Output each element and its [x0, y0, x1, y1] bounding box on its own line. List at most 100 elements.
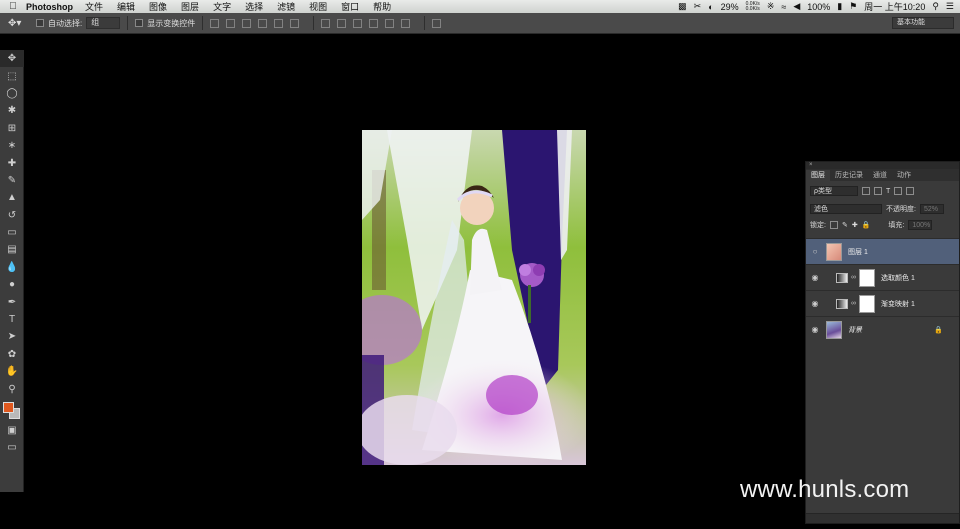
divider: [202, 16, 204, 30]
distribute-left-icon[interactable]: [369, 18, 379, 28]
menu-window[interactable]: 窗口: [341, 0, 359, 13]
link-icon[interactable]: ∞: [851, 300, 856, 307]
layer-name[interactable]: 背景: [848, 325, 862, 335]
bluetooth-icon[interactable]: ※: [767, 1, 775, 12]
lock-position-icon[interactable]: ✚: [852, 221, 858, 229]
flag-icon[interactable]: ⚑: [849, 1, 857, 12]
tab-channels[interactable]: 通道: [868, 170, 892, 181]
menu-edit[interactable]: 编辑: [117, 0, 135, 13]
volume-icon[interactable]: ◀: [793, 1, 800, 12]
filter-type-icon[interactable]: T: [886, 188, 890, 195]
eye-icon[interactable]: ◉: [806, 299, 824, 308]
path-select-tool-icon[interactable]: ➤: [0, 328, 24, 345]
tab-layers[interactable]: 图层: [806, 170, 830, 181]
distribute-right-icon[interactable]: [401, 18, 411, 28]
align-bottom-icon[interactable]: [242, 18, 252, 28]
battery-icon[interactable]: ▮: [837, 1, 842, 12]
filter-shape-icon[interactable]: [894, 187, 903, 195]
notification-list-icon[interactable]: ☰: [946, 1, 954, 12]
eye-icon[interactable]: ◉: [806, 325, 824, 334]
pen-tool-icon[interactable]: ✒: [0, 293, 24, 310]
layer-row[interactable]: ◉ ∞ 渐变映射 1: [806, 290, 959, 316]
foreground-color-swatch[interactable]: [3, 401, 14, 413]
custom-shape-tool-icon[interactable]: ✿: [0, 346, 24, 363]
screen-record-icon[interactable]: ▩: [678, 1, 687, 12]
layer-name[interactable]: 图层 1: [848, 247, 868, 257]
tab-history[interactable]: 历史记录: [830, 170, 868, 181]
quick-mask-icon[interactable]: ▣: [0, 422, 24, 439]
hand-tool-icon[interactable]: ✋: [0, 363, 24, 380]
menu-app-name[interactable]: Photoshop: [26, 2, 73, 12]
auto-select-dropdown[interactable]: 组: [86, 17, 121, 29]
history-brush-tool-icon[interactable]: ↺: [0, 207, 24, 224]
menu-layer[interactable]: 图层: [181, 0, 199, 13]
distribute-bottom-icon[interactable]: [353, 18, 363, 28]
blur-tool-icon[interactable]: 💧: [0, 259, 24, 276]
filter-smart-object-icon[interactable]: [906, 187, 915, 195]
eyedropper-tool-icon[interactable]: ∗: [0, 137, 24, 154]
layer-filter-dropdown[interactable]: ρ类型: [810, 186, 858, 196]
healing-brush-tool-icon[interactable]: ✚: [0, 154, 24, 171]
lock-transparent-icon[interactable]: [829, 221, 838, 229]
distribute-hcenter-icon[interactable]: [385, 18, 395, 28]
menu-bar:  Photoshop 文件 编辑 图像 图层 文字 选择 滤镜 视图 窗口 帮…: [0, 0, 960, 13]
apple-icon[interactable]: : [0, 1, 26, 12]
align-top-icon[interactable]: [210, 18, 220, 28]
visibility-off-icon[interactable]: ○: [806, 247, 824, 256]
workspace-switcher[interactable]: 基本功能: [892, 17, 954, 29]
crop-tool-icon[interactable]: ⊞: [0, 120, 24, 137]
layer-name[interactable]: 渐变映射 1: [881, 299, 915, 309]
move-tool-icon[interactable]: ✥▾: [8, 18, 36, 29]
clock[interactable]: 周一 上午10:20: [864, 0, 925, 13]
link-icon[interactable]: ∞: [851, 274, 856, 281]
menu-view[interactable]: 视图: [309, 0, 327, 13]
layer-row[interactable]: ○ 图层 1: [806, 238, 959, 264]
clone-stamp-tool-icon[interactable]: ▲: [0, 189, 24, 206]
layer-mask-thumbnail[interactable]: [859, 268, 875, 287]
lock-pixels-icon[interactable]: ✎: [842, 221, 848, 229]
eye-icon[interactable]: ◉: [806, 273, 824, 282]
filter-adjustment-icon[interactable]: [874, 187, 882, 195]
show-transform-checkbox[interactable]: [135, 19, 144, 27]
type-tool-icon[interactable]: T: [0, 311, 24, 328]
menu-file[interactable]: 文件: [85, 0, 103, 13]
panel-close-icon[interactable]: ×: [806, 162, 959, 169]
menu-select[interactable]: 选择: [245, 0, 263, 13]
brush-tool-icon[interactable]: ✎: [0, 172, 24, 189]
move-tool-icon[interactable]: ✥: [0, 50, 24, 68]
tab-actions[interactable]: 动作: [892, 170, 916, 181]
menu-type[interactable]: 文字: [213, 0, 231, 13]
menu-filter[interactable]: 滤镜: [277, 0, 295, 13]
auto-align-icon[interactable]: [432, 18, 442, 28]
marquee-tool-icon[interactable]: ⬚: [0, 67, 24, 84]
filter-pixel-icon[interactable]: [862, 187, 870, 195]
fill-input[interactable]: 100%: [908, 220, 933, 230]
lasso-tool-icon[interactable]: ◯: [0, 85, 24, 102]
dodge-tool-icon[interactable]: ●: [0, 276, 24, 293]
layer-row[interactable]: ◉ ∞ 选取颜色 1: [806, 264, 959, 290]
align-left-icon[interactable]: [258, 18, 268, 28]
align-hcenter-icon[interactable]: [274, 18, 284, 28]
spotlight-search-icon[interactable]: ⚲: [932, 1, 939, 12]
layer-mask-thumbnail[interactable]: [859, 294, 875, 313]
align-right-icon[interactable]: [290, 18, 300, 28]
eraser-tool-icon[interactable]: ▭: [0, 224, 24, 241]
wifi-icon[interactable]: ≈: [781, 2, 786, 12]
menu-image[interactable]: 图像: [149, 0, 167, 13]
layer-name[interactable]: 选取颜色 1: [881, 273, 915, 283]
layer-row[interactable]: ◉ 背景 🔒: [806, 316, 959, 342]
document-canvas[interactable]: [362, 130, 586, 465]
screen-mode-icon[interactable]: ▭: [0, 439, 24, 456]
zoom-tool-icon[interactable]: ⚲: [0, 380, 24, 397]
distribute-top-icon[interactable]: [321, 18, 331, 28]
distribute-vcenter-icon[interactable]: [337, 18, 347, 28]
gradient-tool-icon[interactable]: ▤: [0, 241, 24, 258]
opacity-input[interactable]: 52%: [919, 204, 944, 214]
lock-all-icon[interactable]: 🔒: [862, 221, 871, 229]
auto-select-checkbox[interactable]: [36, 19, 44, 27]
menu-help[interactable]: 帮助: [373, 0, 391, 13]
scissors-icon[interactable]: ✂: [694, 1, 702, 12]
align-vcenter-icon[interactable]: [226, 18, 236, 28]
quick-select-tool-icon[interactable]: ✱: [0, 102, 24, 119]
blend-mode-dropdown[interactable]: 滤色: [810, 204, 882, 214]
